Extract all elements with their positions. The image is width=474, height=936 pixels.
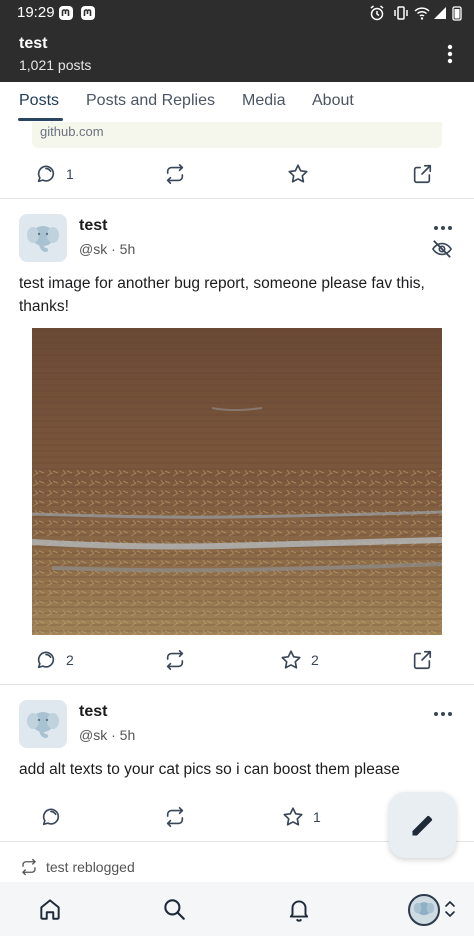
reply-icon (37, 651, 55, 669)
notifications-bell-icon[interactable] (286, 896, 312, 922)
reply-button[interactable]: 2 (35, 649, 74, 671)
post-count: 1,021 posts (19, 57, 92, 73)
home-icon[interactable] (37, 896, 63, 922)
post-divider (0, 684, 474, 685)
battery-icon (452, 6, 462, 21)
mastodon-notification-icon (59, 6, 73, 20)
link-preview-card[interactable]: github.com (32, 122, 442, 148)
share-button[interactable] (411, 163, 433, 185)
account-switcher-chevron-icon[interactable] (444, 898, 456, 920)
link-domain: github.com (40, 124, 104, 139)
post-content: add alt texts to your cat pics so i can … (19, 761, 400, 778)
post-image-attachment[interactable] (32, 328, 442, 635)
favourite-count: 2 (311, 652, 319, 668)
author-handle-time: @sk · 5h (79, 241, 136, 257)
boost-button[interactable] (164, 649, 186, 671)
mastodon-notification-icon-2 (81, 6, 95, 20)
elephant-avatar-icon (27, 226, 59, 252)
boost-button[interactable] (164, 163, 186, 185)
profile-title: test (19, 35, 48, 52)
post-divider (0, 198, 474, 199)
reblog-text: test reblogged (46, 859, 135, 875)
elephant-avatar-icon (27, 712, 59, 738)
tab-media[interactable]: Media (242, 92, 286, 110)
field-photo (32, 328, 442, 635)
tab-about[interactable]: About (312, 92, 354, 110)
boost-icon (166, 650, 184, 670)
avatar[interactable] (19, 214, 67, 262)
boost-icon (166, 164, 184, 184)
boost-button[interactable] (164, 806, 186, 828)
profile-tabs: Posts Posts and Replies Media About (0, 82, 474, 122)
signal-icon (434, 7, 446, 19)
author-name[interactable]: test (79, 217, 107, 235)
pencil-icon (412, 815, 432, 836)
reply-count: 1 (66, 166, 74, 182)
star-icon (283, 807, 303, 826)
more-vertical-icon[interactable] (440, 40, 460, 68)
reply-button[interactable]: 1 (35, 163, 74, 185)
reply-button[interactable] (40, 806, 62, 828)
reply-icon (42, 808, 60, 826)
post-actions: 2 2 (0, 641, 474, 681)
elephant-avatar-icon (413, 902, 435, 916)
wifi-icon (414, 7, 430, 20)
favourite-button[interactable]: 2 (280, 649, 319, 671)
vibrate-icon (394, 6, 408, 20)
reply-icon (37, 165, 55, 183)
boost-icon (22, 858, 36, 876)
favourite-count: 1 (313, 809, 321, 825)
compose-button[interactable] (389, 792, 456, 858)
hide-media-icon[interactable] (431, 239, 453, 259)
author-handle-time: @sk · 5h (79, 727, 136, 743)
status-time: 19:29 (17, 4, 55, 21)
favourite-button[interactable]: 1 (282, 806, 321, 828)
post-more-icon[interactable] (432, 709, 454, 719)
boost-icon (166, 807, 184, 827)
share-button[interactable] (411, 649, 433, 671)
post-actions: 1 (0, 155, 474, 195)
reply-count: 2 (66, 652, 74, 668)
share-icon (413, 650, 432, 670)
avatar[interactable] (19, 700, 67, 748)
active-tab-indicator (18, 118, 63, 121)
bottom-navigation (0, 882, 474, 936)
account-avatar[interactable] (408, 894, 440, 926)
alarm-icon (370, 5, 384, 21)
tab-posts-and-replies[interactable]: Posts and Replies (86, 92, 215, 110)
star-icon (281, 650, 301, 669)
star-icon (288, 164, 308, 183)
post-content: test image for another bug report, someo… (19, 275, 425, 315)
post-more-icon[interactable] (432, 223, 454, 233)
reblog-notice: test reblogged (20, 857, 135, 877)
tab-posts[interactable]: Posts (19, 92, 59, 110)
status-bar: 19:29 (0, 0, 474, 26)
share-icon (413, 164, 432, 184)
author-name[interactable]: test (79, 703, 107, 721)
profile-header: test 1,021 posts (0, 26, 474, 82)
favourite-button[interactable] (287, 163, 309, 185)
search-icon[interactable] (161, 896, 187, 922)
